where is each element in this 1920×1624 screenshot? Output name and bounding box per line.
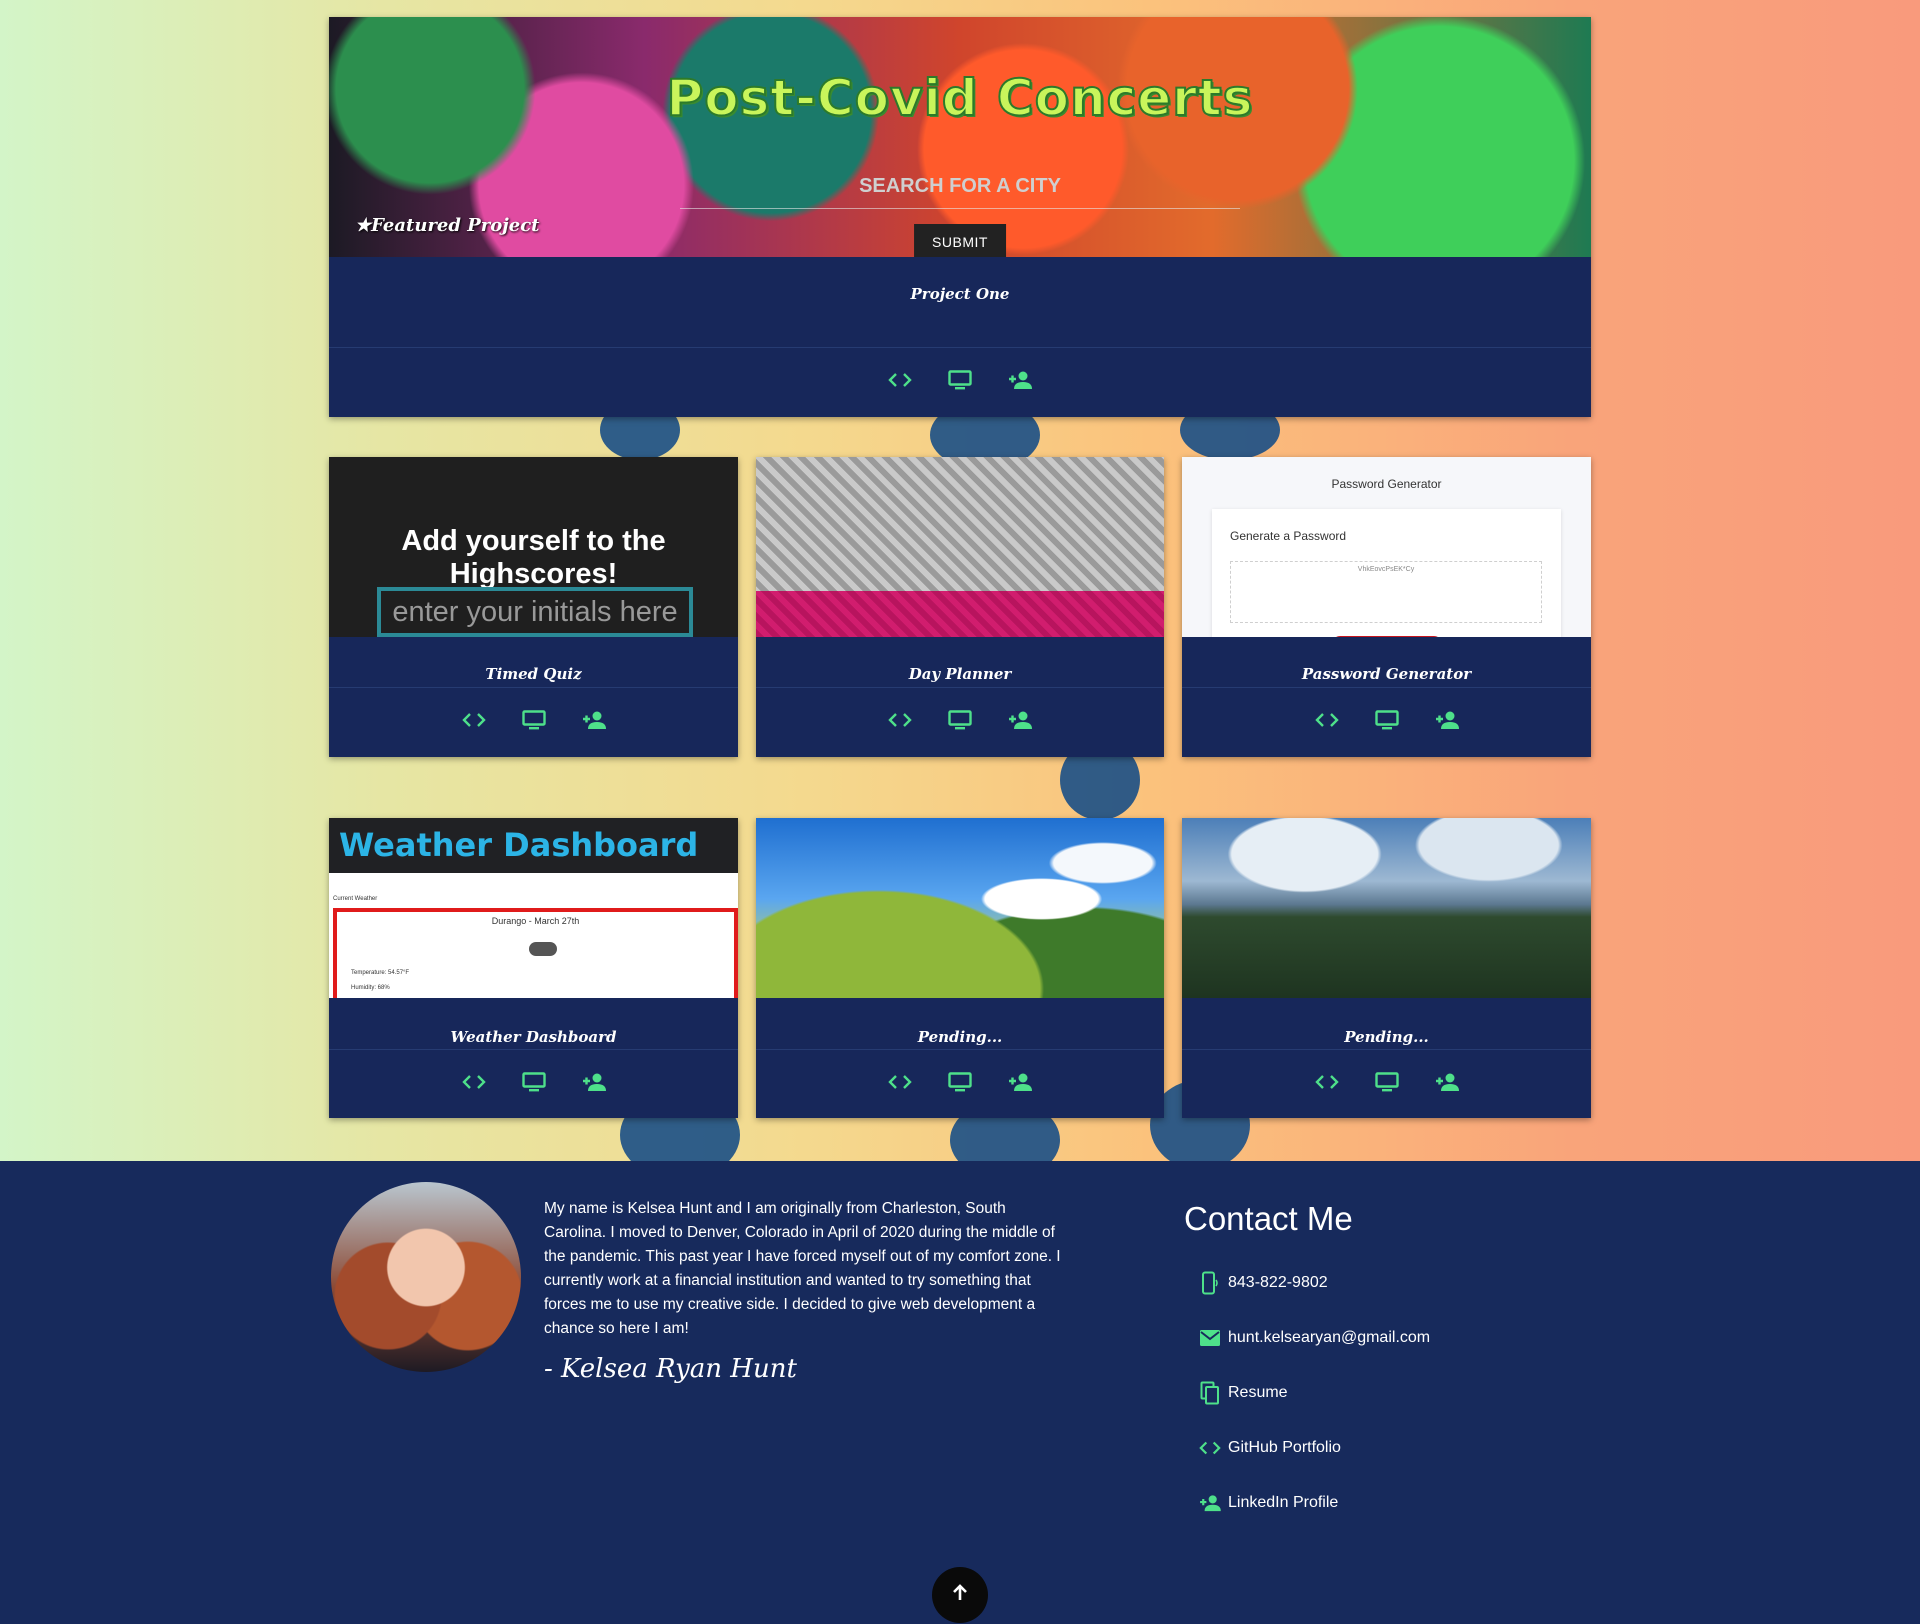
copy-icon (1198, 1381, 1222, 1405)
contact-resume[interactable]: Resume (1198, 1381, 1288, 1405)
contact-linkedin-label: LinkedIn Profile (1228, 1494, 1339, 1511)
person-add-icon[interactable] (1434, 709, 1460, 731)
preview-heading: Add yourself to the Highscores! (401, 525, 666, 590)
card-divider (756, 1049, 1164, 1050)
person-add-icon[interactable] (1007, 709, 1033, 731)
preview-header-bar: Weather Dashboard (329, 818, 738, 873)
contact-email[interactable]: hunt.kelsearyan@gmail.com (1198, 1326, 1430, 1350)
project-card-weather-dashboard: Weather Dashboard Current Weather Durang… (329, 818, 738, 1118)
card-actions (329, 1071, 738, 1093)
submit-button[interactable]: SUBMIT (914, 224, 1006, 257)
about-bio: My name is Kelsea Hunt and I am original… (544, 1200, 1061, 1337)
preview-heading: Password Generator (1331, 477, 1442, 491)
preview-panel: Generate a Password VhkEovcPsEK*Cy (1212, 509, 1561, 637)
code-icon[interactable] (461, 1071, 487, 1093)
card-title: Pending... (1344, 1028, 1429, 1046)
card-divider (329, 687, 738, 688)
card-title: Day Planner (908, 665, 1012, 683)
project-card-pending-1: Pending... (756, 818, 1164, 1118)
monitor-icon[interactable] (1374, 1071, 1400, 1093)
card-title: Timed Quiz (485, 665, 582, 683)
project-preview-image[interactable]: Add yourself to the Highscores! enter yo… (329, 457, 738, 637)
back-to-top-button[interactable] (932, 1567, 988, 1623)
project-card-timed-quiz: Add yourself to the Highscores! enter yo… (329, 457, 738, 757)
preview-label: Current Weather (333, 896, 378, 902)
person-add-icon[interactable] (1007, 1071, 1033, 1093)
featured-project-card: Post-Covid Concerts SUBMIT ★Featured Pro… (329, 17, 1591, 417)
preview-temp: Temperature: 54.57°F (351, 970, 410, 976)
preview-output: VhkEovcPsEK*Cy (1230, 561, 1542, 623)
code-icon (1198, 1436, 1222, 1460)
featured-project-label: ★Featured Project (355, 215, 540, 236)
contact-github[interactable]: GitHub Portfolio (1198, 1436, 1341, 1460)
person-add-icon[interactable] (581, 1071, 607, 1093)
phone-icon (1198, 1271, 1222, 1295)
code-icon[interactable] (461, 709, 487, 731)
card-title: Weather Dashboard (450, 1028, 617, 1046)
code-icon[interactable] (887, 1071, 913, 1093)
monitor-icon[interactable] (947, 369, 973, 391)
card-actions (1182, 1071, 1591, 1093)
contact-title: Contact Me (1184, 1200, 1353, 1237)
project-preview-image[interactable] (1182, 818, 1591, 998)
card-title: Password Generator (1301, 665, 1472, 683)
project-preview-image[interactable]: Password Generator Generate a Password V… (1182, 457, 1591, 637)
contact-email-label: hunt.kelsearyan@gmail.com (1228, 1329, 1431, 1346)
card-divider (329, 347, 1591, 348)
preview-heading: Weather Dashboard (339, 826, 699, 864)
profile-photo (331, 1182, 521, 1372)
banner-title: Post-Covid Concerts (666, 68, 1254, 128)
card-divider (1182, 687, 1591, 688)
code-icon[interactable] (887, 709, 913, 731)
monitor-icon[interactable] (521, 709, 547, 731)
person-add-icon[interactable] (581, 709, 607, 731)
card-title: Project One (910, 285, 1010, 303)
preview-input: enter your initials here (377, 587, 693, 637)
featured-banner-image[interactable]: Post-Covid Concerts SUBMIT ★Featured Pro… (329, 17, 1591, 257)
project-card-password-generator: Password Generator Generate a Password V… (1182, 457, 1591, 757)
project-card-pending-2: Pending... (1182, 818, 1591, 1118)
code-icon[interactable] (887, 369, 913, 391)
card-actions (329, 709, 738, 731)
cloud-icon (529, 942, 557, 956)
card-actions (1182, 709, 1591, 731)
person-add-icon[interactable] (1007, 369, 1033, 391)
code-icon[interactable] (1314, 709, 1340, 731)
preview-subheading: Generate a Password (1230, 529, 1347, 543)
person-add-icon[interactable] (1434, 1071, 1460, 1093)
monitor-icon[interactable] (947, 709, 973, 731)
contact-resume-label: Resume (1228, 1384, 1288, 1401)
contact-linkedin[interactable]: LinkedIn Profile (1198, 1491, 1338, 1515)
card-divider (329, 1049, 738, 1050)
preview-stripe (756, 591, 1164, 637)
project-preview-image[interactable] (756, 818, 1164, 998)
project-card-day-planner: Day Planner (756, 457, 1164, 757)
monitor-icon[interactable] (947, 1071, 973, 1093)
project-preview-image[interactable]: Weather Dashboard Current Weather Durang… (329, 818, 738, 998)
preview-button (1332, 636, 1442, 637)
card-divider (756, 687, 1164, 688)
preview-city: Durango - March 27th (491, 916, 580, 926)
card-divider (1182, 1049, 1591, 1050)
card-actions (756, 1071, 1164, 1093)
city-search-input[interactable] (680, 175, 1240, 209)
person-add-icon (1198, 1491, 1222, 1515)
contact-phone-label: 843-822-9802 (1228, 1274, 1328, 1291)
code-icon[interactable] (1314, 1071, 1340, 1093)
arrow-up-icon (950, 1583, 970, 1608)
contact-github-label: GitHub Portfolio (1228, 1439, 1341, 1456)
card-title: Pending... (917, 1028, 1003, 1046)
signature: - Kelsea Ryan Hunt (544, 1354, 797, 1384)
email-icon (1198, 1326, 1222, 1350)
card-actions (329, 369, 1591, 391)
card-actions (756, 709, 1164, 731)
contact-phone[interactable]: 843-822-9802 (1198, 1271, 1328, 1295)
monitor-icon[interactable] (1374, 709, 1400, 731)
preview-humidity: Humidity: 68% (351, 985, 390, 991)
preview-weather-box: Durango - March 27th Temperature: 54.57°… (333, 908, 738, 998)
monitor-icon[interactable] (521, 1071, 547, 1093)
project-preview-image[interactable] (756, 457, 1164, 637)
